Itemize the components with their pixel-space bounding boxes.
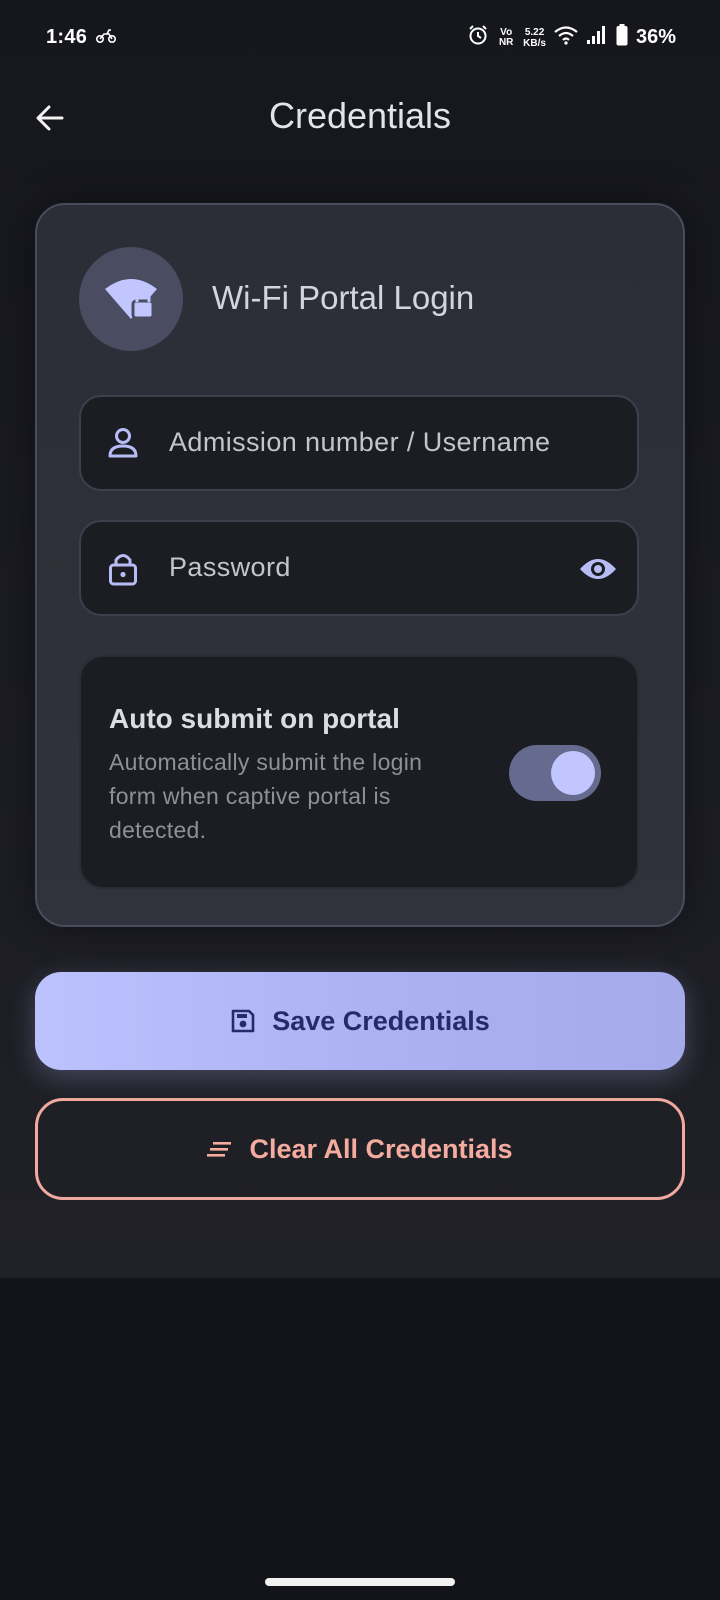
person-icon — [108, 428, 138, 458]
auto-submit-description: Automatically submit the login form when… — [109, 749, 423, 843]
save-credentials-label: Save Credentials — [272, 1005, 490, 1036]
speed-value: 5.22 — [524, 26, 545, 38]
alarm-icon — [467, 24, 489, 51]
battery-icon — [616, 24, 628, 51]
status-time: 1:46 — [46, 26, 88, 48]
username-placeholder: Admission number / Username — [169, 427, 551, 457]
username-field[interactable]: Admission number / Username — [79, 395, 639, 491]
portal-title: Wi-Fi Portal Login — [212, 279, 475, 316]
status-icons: Vo NR 5.22 KB/s 36% — [467, 24, 676, 51]
clear-credentials-button[interactable]: Clear All Credentials — [35, 1098, 685, 1200]
auto-submit-setting: Auto submit on portal Automatically subm… — [79, 655, 639, 889]
page-title: Credentials — [268, 95, 452, 136]
volte-bottom: NR — [498, 36, 514, 48]
portal-avatar — [79, 247, 183, 351]
status-bar: 1:46 Vo NR 5.22 KB/s 36% — [0, 0, 720, 78]
clear-all-icon — [207, 1142, 232, 1157]
signal-icon — [586, 25, 608, 50]
app-bar: Credentials — [0, 78, 720, 158]
clear-credentials-label: Clear All Credentials — [249, 1133, 513, 1164]
speed-unit: KB/s — [523, 37, 546, 49]
password-field[interactable]: Password — [79, 520, 639, 616]
floppy-disk-icon — [231, 1009, 255, 1033]
wifi-lock-icon — [105, 279, 157, 320]
network-speed: 5.22 KB/s — [523, 27, 546, 49]
home-indicator[interactable] — [265, 1578, 455, 1586]
auto-submit-title: Auto submit on portal — [109, 703, 400, 734]
battery-percent: 36% — [635, 26, 676, 48]
save-credentials-button[interactable]: Save Credentials — [35, 972, 685, 1070]
screen: 1:46 Vo NR 5.22 KB/s 36% Credentials Wi-… — [0, 0, 720, 1600]
volte-indicator: Vo NR — [497, 26, 515, 48]
lock-icon — [109, 554, 137, 586]
auto-submit-toggle[interactable] — [509, 745, 601, 801]
wifi-icon — [554, 25, 578, 50]
volte-top: Vo — [500, 26, 513, 38]
toggle-visibility-button[interactable] — [577, 548, 619, 590]
credentials-card: Wi-Fi Portal Login Admission number / Us… — [35, 203, 685, 927]
eye-icon — [580, 559, 616, 579]
password-placeholder: Password — [169, 552, 291, 582]
motorcycle-icon — [95, 28, 117, 49]
toggle-knob — [551, 751, 595, 795]
